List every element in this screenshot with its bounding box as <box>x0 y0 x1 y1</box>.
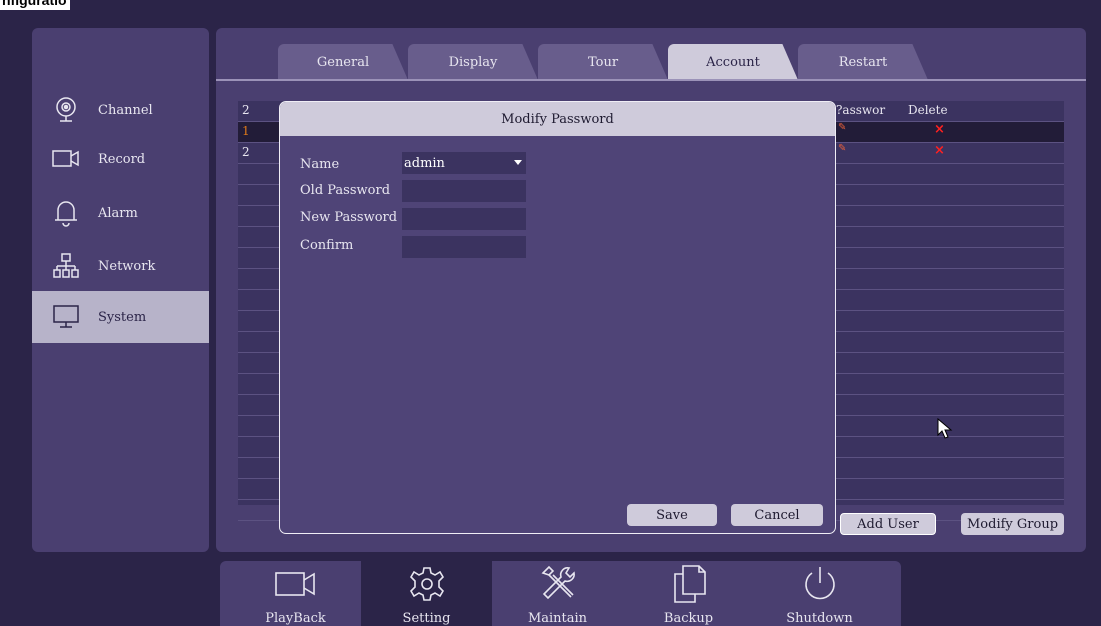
dialog-title-bar: Modify Password <box>280 102 835 136</box>
tab-display[interactable]: Display <box>408 44 538 80</box>
tools-icon <box>539 565 577 603</box>
sidebar-item-network[interactable]: Network <box>32 242 209 290</box>
tab-label: Restart <box>838 54 888 70</box>
button-label: Add User <box>857 516 919 532</box>
bottom-item-setting[interactable]: Setting <box>361 561 492 626</box>
sidebar-item-label: Alarm <box>98 205 138 221</box>
button-label: Modify Group <box>966 516 1059 532</box>
bottom-item-label: Setting <box>402 611 451 626</box>
name-select-value: admin <box>404 155 445 171</box>
name-select[interactable]: admin <box>402 152 526 174</box>
tab-label: Display <box>448 54 498 70</box>
row-index: 1 <box>242 124 250 138</box>
button-label: Cancel <box>754 507 800 523</box>
sidebar-item-channel[interactable]: Channel <box>32 86 209 134</box>
tab-bar: General Display Tour Account Restart <box>216 28 1086 81</box>
tab-divider <box>216 79 1086 81</box>
header-password: ?asswor <box>836 103 886 117</box>
sidebar-item-label: Network <box>98 258 156 274</box>
bell-icon <box>52 199 80 227</box>
new-password-label: New Password <box>300 210 398 225</box>
sidebar-item-label: Record <box>98 151 146 167</box>
tab-general[interactable]: General <box>278 44 408 80</box>
sidebar: Channel Record Alarm Network System <box>32 28 209 552</box>
old-password-field[interactable] <box>402 180 526 202</box>
sidebar-item-record[interactable]: Record <box>32 135 209 183</box>
header-index: 2 <box>242 103 250 117</box>
bottom-item-label: Backup <box>663 611 714 626</box>
bottom-item-maintain[interactable]: Maintain <box>492 561 623 626</box>
confirm-label: Confirm <box>300 238 354 253</box>
tab-label: Tour <box>587 54 619 70</box>
bottom-navigation: PlayBack Setting Maintain Backup Shutdow… <box>220 561 901 626</box>
chevron-down-icon <box>514 160 522 165</box>
video-camera-icon <box>52 145 80 173</box>
dialog-title: Modify Password <box>501 111 614 127</box>
dvr-config-window: nfiguratio Channel Record Alarm Network … <box>0 0 1101 626</box>
video-camera-icon <box>274 565 318 603</box>
gear-icon <box>408 565 446 603</box>
bottom-item-label: Shutdown <box>786 611 853 626</box>
new-password-field[interactable] <box>402 208 526 230</box>
row-index: 2 <box>242 145 250 159</box>
edit-password-icon[interactable]: ✎ <box>838 122 846 133</box>
bottom-item-backup[interactable]: Backup <box>623 561 754 626</box>
header-delete: Delete <box>908 103 948 117</box>
save-button[interactable]: Save <box>627 504 717 526</box>
bottom-item-label: PlayBack <box>265 611 326 626</box>
add-user-button[interactable]: Add User <box>840 513 936 535</box>
sidebar-item-system[interactable]: System <box>32 291 209 343</box>
button-label: Save <box>656 507 688 523</box>
tab-label: Account <box>706 54 760 70</box>
window-title-fragment: nfiguratio <box>0 0 70 10</box>
confirm-password-field[interactable] <box>402 236 526 258</box>
copy-icon <box>671 565 707 603</box>
bottom-item-shutdown[interactable]: Shutdown <box>754 561 885 626</box>
old-password-label: Old Password <box>300 183 391 198</box>
name-label: Name <box>300 157 340 172</box>
edit-password-icon[interactable]: ✎ <box>838 143 846 154</box>
sidebar-item-label: Channel <box>98 102 153 118</box>
tab-restart[interactable]: Restart <box>798 44 928 80</box>
tab-tour[interactable]: Tour <box>538 44 668 80</box>
modify-group-button[interactable]: Modify Group <box>961 513 1064 535</box>
cancel-button[interactable]: Cancel <box>731 504 823 526</box>
monitor-icon <box>52 303 80 331</box>
modify-password-dialog: Modify Password Name admin Old Password … <box>279 101 836 534</box>
delete-icon[interactable]: × <box>934 143 945 158</box>
bottom-item-label: Maintain <box>527 611 588 626</box>
power-icon <box>801 565 839 603</box>
mouse-cursor-icon <box>937 417 953 444</box>
sidebar-item-alarm[interactable]: Alarm <box>32 189 209 237</box>
network-icon <box>52 252 80 280</box>
sidebar-item-label: System <box>98 309 147 325</box>
delete-icon[interactable]: × <box>934 122 945 137</box>
tab-account[interactable]: Account <box>668 44 798 80</box>
webcam-icon <box>52 96 80 124</box>
bottom-item-playback[interactable]: PlayBack <box>230 561 361 626</box>
tab-label: General <box>316 54 370 70</box>
